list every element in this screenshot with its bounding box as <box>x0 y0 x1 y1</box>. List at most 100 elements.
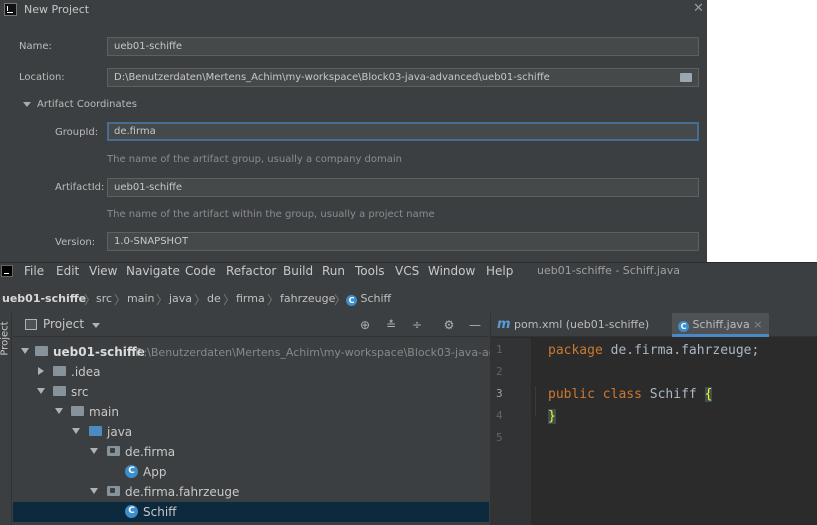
tree-node-idea[interactable]: .idea <box>13 362 489 382</box>
tree-node-class-app[interactable]: C App <box>13 462 489 482</box>
tree-node-label: src <box>71 385 89 399</box>
version-field[interactable]: 1.0-SNAPSHOT <box>107 232 699 251</box>
expand-all-icon[interactable]: ≛ <box>385 319 397 331</box>
location-field[interactable]: D:\Benutzerdaten\Mertens_Achim\my-worksp… <box>107 68 699 87</box>
line-number: 5 <box>496 431 503 444</box>
project-panel-header: Project ⊕ ≛ ÷ ⚙ — <box>13 313 489 337</box>
project-tool-window-button[interactable]: Project <box>0 321 11 355</box>
class-icon: C <box>346 295 357 306</box>
collapse-arrow-icon[interactable] <box>37 388 45 394</box>
menu-navigate[interactable]: Navigate <box>126 264 180 278</box>
menu-file[interactable]: File <box>24 264 44 278</box>
tree-node-src[interactable]: src <box>13 382 489 402</box>
class-icon: C <box>125 465 138 478</box>
keyword: package <box>548 343 603 358</box>
gear-icon[interactable]: ⚙ <box>443 319 455 331</box>
breadcrumb: ueb01-schiffe 〉 src 〉 main 〉 java 〉 de 〉… <box>0 289 817 309</box>
folder-icon <box>53 366 66 376</box>
tree-node-package-de-firma[interactable]: de.firma <box>13 442 489 462</box>
breadcrumb-src[interactable]: src <box>96 292 112 305</box>
tree-node-label: App <box>143 465 167 479</box>
project-panel-title[interactable]: Project <box>43 317 84 331</box>
collapse-arrow-icon[interactable] <box>55 408 63 414</box>
collapse-all-icon[interactable]: ÷ <box>411 319 423 331</box>
tab-schiff-java[interactable]: C Schiff.java × <box>672 313 769 337</box>
breadcrumb-separator: 〉 <box>114 293 127 307</box>
breadcrumb-de[interactable]: de <box>207 292 221 305</box>
breadcrumb-main[interactable]: main <box>127 292 154 305</box>
package-name: de.firma.fahrzeuge; <box>602 343 760 358</box>
menu-vcs[interactable]: VCS <box>395 264 419 278</box>
tree-node-label: java <box>107 425 133 439</box>
groupid-hint: The name of the artifact group, usually … <box>107 154 402 165</box>
menu-bar: File Edit View Navigate Code Refactor Bu… <box>0 262 817 279</box>
tree-node-package-fahrzeuge[interactable]: de.firma.fahrzeuge <box>13 482 489 502</box>
breadcrumb-separator: 〉 <box>223 293 236 307</box>
intellij-logo-icon <box>1 265 13 277</box>
menu-window[interactable]: Window <box>428 264 475 278</box>
tree-node-project-root[interactable]: ueb01-schiffe D:\Benutzerdaten\Mertens_A… <box>13 342 496 362</box>
tab-pom-xml[interactable]: m pom.xml (ueb01-schiffe) <box>497 313 672 337</box>
menu-edit[interactable]: Edit <box>56 264 79 278</box>
package-icon <box>107 446 120 456</box>
code-line-1[interactable]: package de.firma.fahrzeuge; <box>548 343 759 358</box>
line-number: 4 <box>496 409 503 422</box>
menu-code[interactable]: Code <box>185 264 216 278</box>
chevron-down-icon[interactable] <box>92 323 100 328</box>
folder-icon <box>53 386 66 396</box>
expand-artifact-icon[interactable] <box>23 102 31 107</box>
expand-arrow-icon[interactable] <box>38 367 44 375</box>
maven-icon: m <box>497 317 511 332</box>
close-tab-icon[interactable]: × <box>753 318 762 331</box>
breadcrumb-firma[interactable]: firma <box>236 292 265 305</box>
menu-tools[interactable]: Tools <box>355 264 385 278</box>
artifact-coordinates-heading[interactable]: Artifact Coordinates <box>37 99 137 110</box>
code-line-3[interactable]: public class Schiff { <box>548 387 713 402</box>
tree-node-label: ueb01-schiffe <box>53 345 145 359</box>
fold-indicator <box>535 386 536 416</box>
collapse-arrow-icon[interactable] <box>21 348 29 354</box>
editor-tab-bar: m pom.xml (ueb01-schiffe) C Schiff.java … <box>491 313 817 337</box>
breadcrumb-fahrzeuge[interactable]: fahrzeuge <box>280 292 335 305</box>
tree-node-label: de.firma <box>125 445 176 459</box>
breadcrumb-schiff-label: Schiff <box>360 292 392 305</box>
intellij-logo-icon <box>4 3 17 16</box>
project-panel: Project ⊕ ≛ ÷ ⚙ — ueb01-schiffe D:\Benut… <box>13 313 496 525</box>
tree-node-class-schiff[interactable]: C Schiff <box>13 502 489 522</box>
groupid-field[interactable]: de.firma <box>107 122 699 141</box>
browse-folder-icon[interactable] <box>680 73 692 82</box>
breadcrumb-java[interactable]: java <box>169 292 192 305</box>
breadcrumb-project[interactable]: ueb01-schiffe <box>2 292 86 305</box>
menu-view[interactable]: View <box>89 264 117 278</box>
tree-node-main[interactable]: main <box>13 402 489 422</box>
brace-close: } <box>548 409 556 424</box>
keyword: public <box>548 387 595 402</box>
module-folder-icon <box>35 346 48 356</box>
breadcrumb-separator: 〉 <box>84 293 97 307</box>
location-label: Location: <box>19 72 65 83</box>
tree-node-path: D:\Benutzerdaten\Mertens_Achim\my-worksp… <box>135 346 496 359</box>
tree-node-java[interactable]: java <box>13 422 489 442</box>
class-icon: C <box>678 321 689 332</box>
breadcrumb-schiff[interactable]: C Schiff <box>346 292 391 306</box>
menu-build[interactable]: Build <box>283 264 313 278</box>
hide-panel-icon[interactable]: — <box>469 319 481 331</box>
collapse-arrow-icon[interactable] <box>90 488 98 494</box>
tree-node-label: Schiff <box>143 505 177 519</box>
collapse-arrow-icon[interactable] <box>72 428 80 434</box>
breadcrumb-separator: 〉 <box>194 293 207 307</box>
window-title: ueb01-schiffe - Schiff.java <box>537 264 680 277</box>
menu-run[interactable]: Run <box>322 264 345 278</box>
dialog-title: New Project <box>24 3 90 16</box>
version-label: Version: <box>55 237 96 248</box>
locate-file-icon[interactable]: ⊕ <box>359 319 371 331</box>
menu-help[interactable]: Help <box>486 264 513 278</box>
line-number-gutter: 1 2 3 4 5 <box>491 338 531 525</box>
class-name: Schiff <box>641 387 705 402</box>
collapse-arrow-icon[interactable] <box>90 448 98 454</box>
name-field[interactable]: ueb01-schiffe <box>107 37 699 56</box>
menu-refactor[interactable]: Refactor <box>226 264 276 278</box>
artifactid-field[interactable]: ueb01-schiffe <box>107 178 699 197</box>
close-icon[interactable]: ✕ <box>693 1 704 16</box>
code-line-4[interactable]: } <box>548 409 556 424</box>
